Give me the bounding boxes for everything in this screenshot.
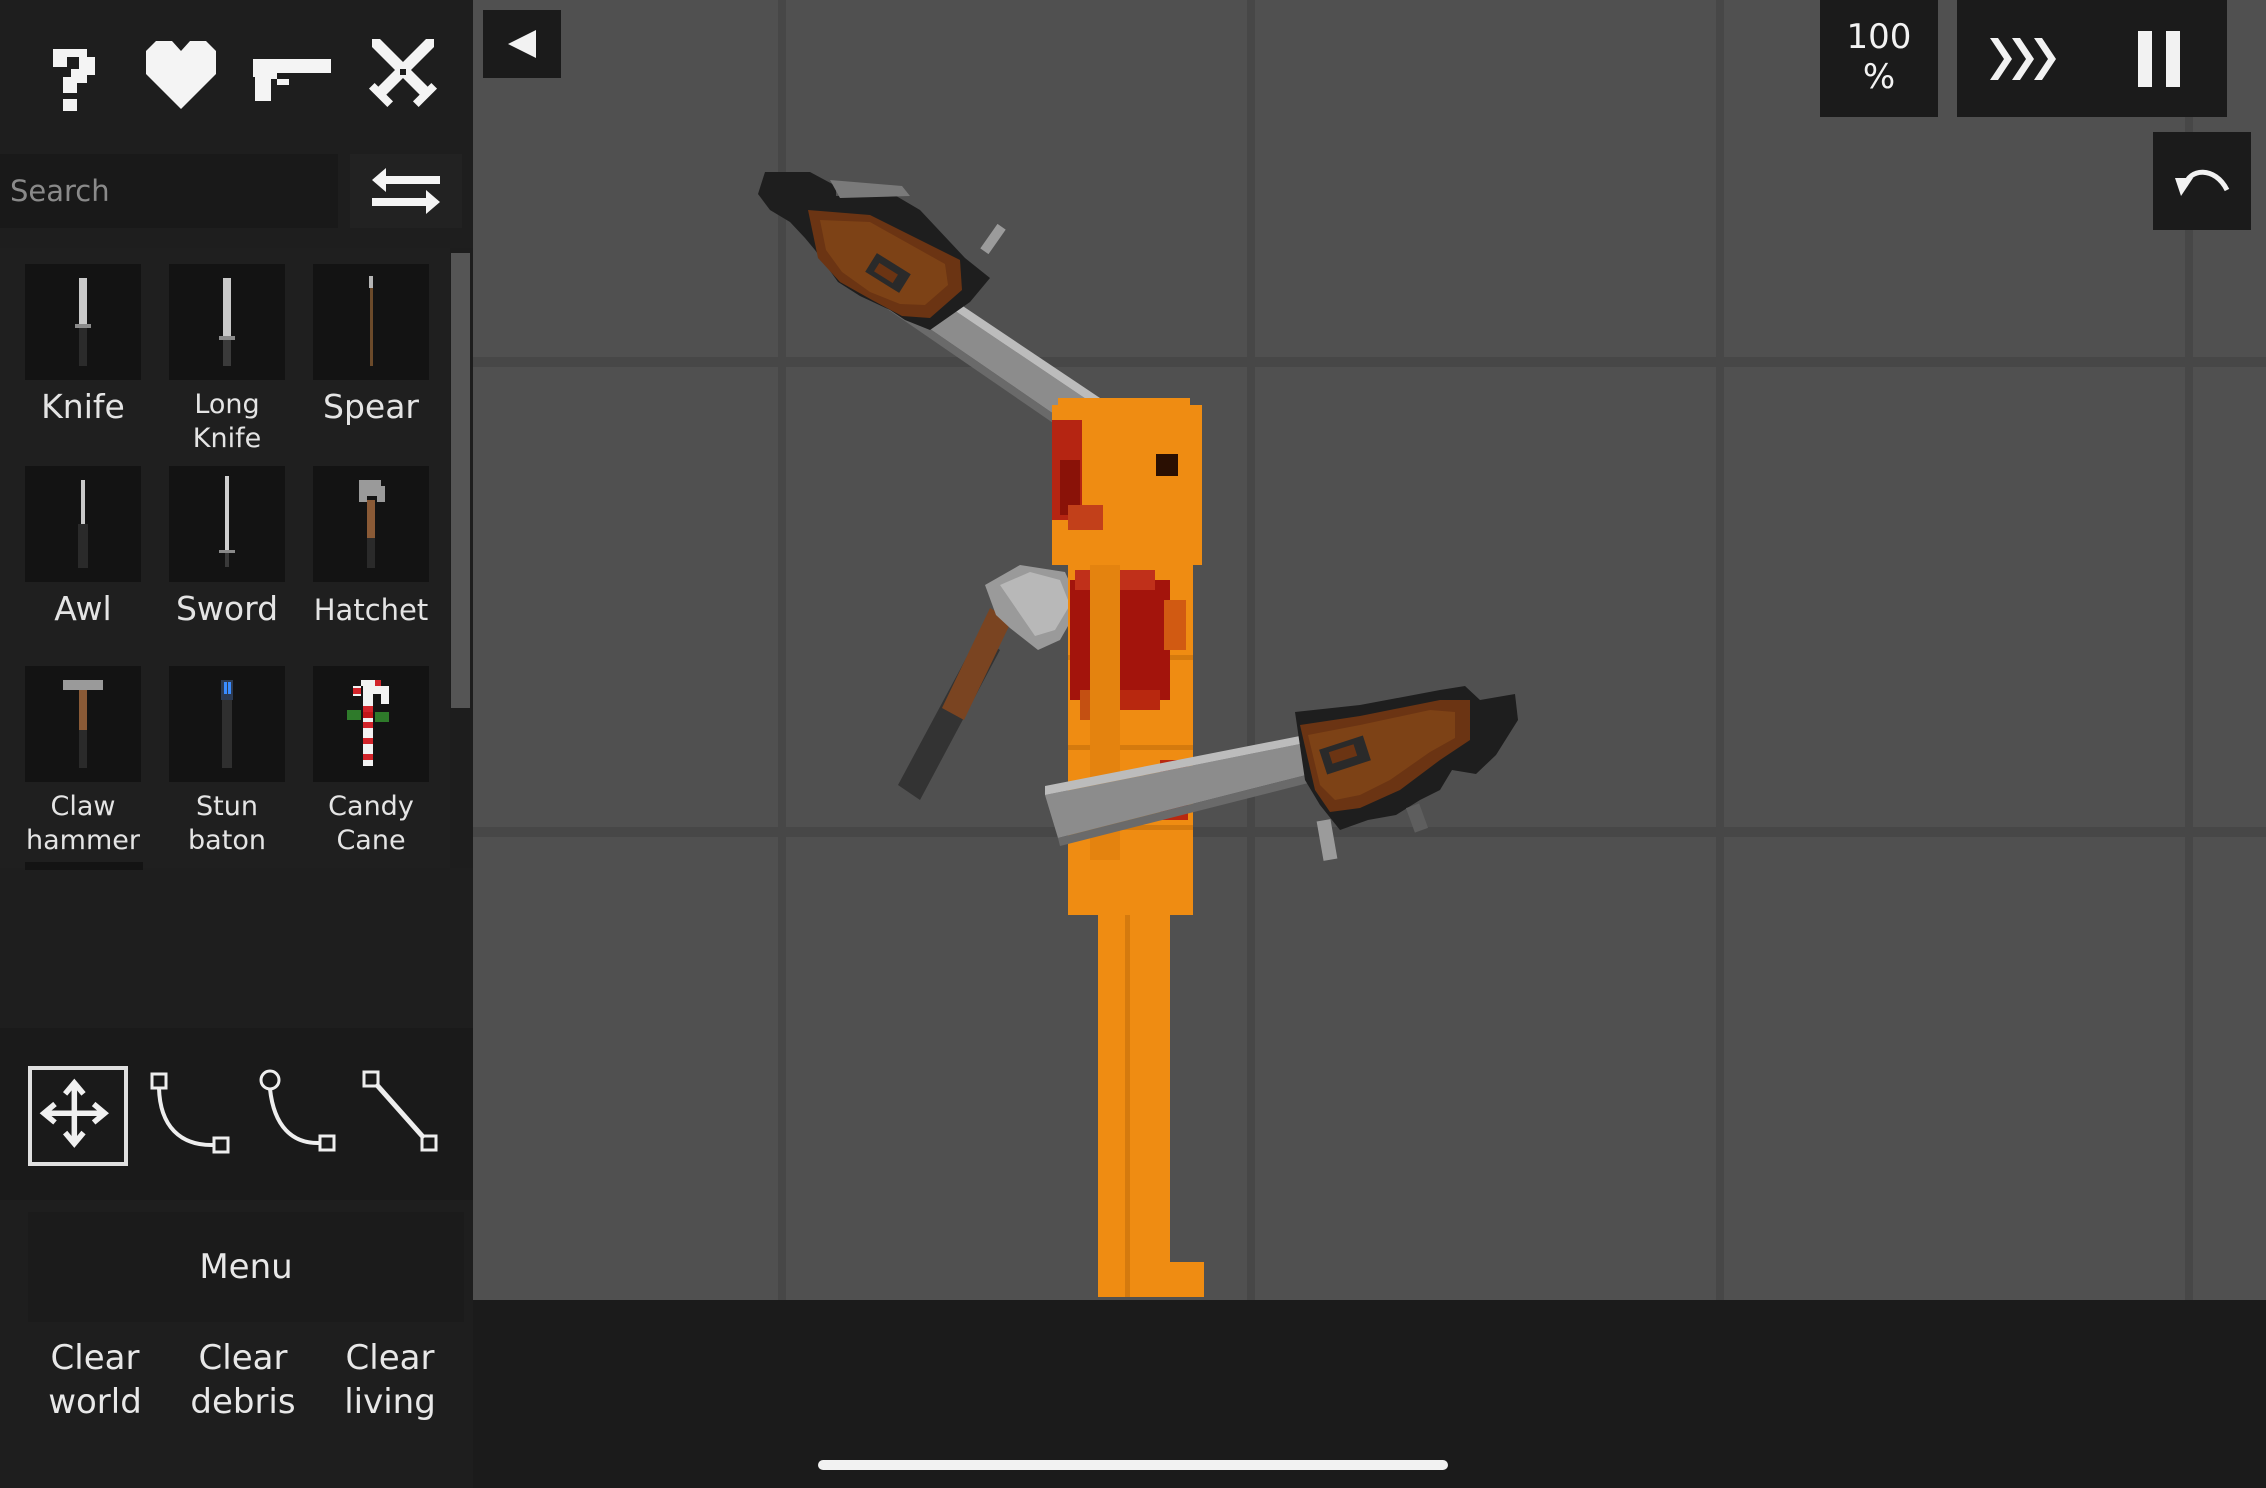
time-scale-button[interactable]: 100 % <box>1820 0 1938 117</box>
question-mark-icon <box>52 49 95 111</box>
category-help-button[interactable] <box>22 26 118 122</box>
tool-bar <box>0 1028 473 1200</box>
knife-icon <box>75 278 91 366</box>
hatchet-held[interactable] <box>898 565 1080 800</box>
item-awl[interactable]: Awl <box>13 458 145 648</box>
category-melee-button[interactable] <box>355 26 451 122</box>
playback-controls <box>1957 0 2227 117</box>
pause-icon <box>2137 30 2180 87</box>
spring-icon <box>259 1069 336 1152</box>
button-label-line: living <box>344 1382 436 1423</box>
item-label: Hatchet <box>313 593 429 627</box>
awl-icon <box>78 480 88 568</box>
human-ragdoll[interactable] <box>1052 398 1204 1297</box>
item-grid-scrollbar-thumb[interactable] <box>451 253 470 708</box>
menu-button[interactable]: Menu <box>28 1212 464 1322</box>
rope-icon <box>150 1072 230 1154</box>
fast-forward-button[interactable] <box>1957 0 2092 117</box>
drag-tool-button[interactable] <box>28 1066 128 1166</box>
item-label-line: Knife <box>192 422 262 454</box>
time-scale-value: 100 <box>1846 17 1912 58</box>
item-stun-baton[interactable]: Stun baton <box>157 658 289 856</box>
item-knife[interactable]: Knife <box>13 256 145 446</box>
item-hatchet[interactable]: Hatchet <box>301 458 433 648</box>
candy-cane-thumbnail <box>313 666 429 782</box>
candy-cane-icon <box>347 680 389 766</box>
time-scale-unit: % <box>1862 56 1896 97</box>
sidebar: Knife Long Knife Spear <box>0 0 473 1488</box>
item-label-line: baton <box>188 824 266 856</box>
item-label: Claw hammer <box>13 790 153 858</box>
crossed-swords-icon <box>369 39 438 108</box>
item-label: Candy Cane <box>301 790 441 858</box>
button-label-line: world <box>48 1382 142 1423</box>
pistol-icon <box>253 59 332 101</box>
item-label: Awl <box>54 589 112 628</box>
button-label-line: Clear <box>345 1338 435 1378</box>
home-indicator[interactable] <box>818 1460 1448 1470</box>
world-scene <box>473 0 2266 1300</box>
fast-forward-icon <box>1989 37 2056 80</box>
category-bar <box>0 0 473 148</box>
stun-baton-icon <box>221 680 233 768</box>
long-knife-thumbnail <box>169 264 285 380</box>
rod-tool-button[interactable] <box>356 1066 456 1166</box>
collapse-sidebar-button[interactable] <box>483 10 561 78</box>
item-label: Spear <box>323 387 419 426</box>
swap-button[interactable] <box>350 154 462 228</box>
item-claw-hammer[interactable]: Claw hammer <box>13 658 145 856</box>
sword-thumbnail <box>169 466 285 582</box>
search-input[interactable] <box>0 154 338 228</box>
awl-thumbnail <box>25 466 141 582</box>
rope-tool-button[interactable] <box>140 1066 240 1166</box>
hatchet-thumbnail <box>313 466 429 582</box>
next-item-thumbnail-edge <box>25 862 143 870</box>
knife-thumbnail <box>25 264 141 380</box>
search-row <box>0 150 473 236</box>
long-knife-icon <box>219 278 235 366</box>
spear-icon <box>369 276 373 366</box>
item-label: Long Knife <box>157 388 297 456</box>
item-spear[interactable]: Spear <box>301 256 433 446</box>
item-label-line: Long <box>194 389 260 420</box>
clear-debris-button[interactable]: Clear debris <box>177 1336 309 1448</box>
pause-button[interactable] <box>2092 0 2227 117</box>
item-label-line: Stun <box>196 791 258 822</box>
category-life-button[interactable] <box>133 26 229 122</box>
triangle-left-icon <box>508 30 536 58</box>
undo-arrow-icon <box>2175 169 2230 196</box>
item-sword[interactable]: Sword <box>157 458 289 648</box>
button-label-line: debris <box>190 1382 296 1423</box>
clear-world-button[interactable]: Clear world <box>29 1336 161 1448</box>
button-label-line: Clear <box>198 1338 288 1378</box>
chainsaw-upper[interactable] <box>758 172 1100 438</box>
category-firearms-button[interactable] <box>244 26 340 122</box>
hatchet-icon <box>359 480 385 568</box>
spring-tool-button[interactable] <box>248 1066 348 1166</box>
item-label-line: Cane <box>336 824 406 856</box>
item-label: Stun baton <box>157 790 297 858</box>
item-long-knife[interactable]: Long Knife <box>157 256 289 454</box>
sword-icon <box>219 476 235 567</box>
stun-baton-thumbnail <box>169 666 285 782</box>
move-arrows-icon <box>39 1078 109 1148</box>
item-label-line: Claw <box>50 791 116 822</box>
claw-hammer-icon <box>63 680 103 768</box>
clear-living-button[interactable]: Clear living <box>324 1336 456 1448</box>
undo-button[interactable] <box>2153 132 2251 230</box>
heart-icon <box>145 41 216 109</box>
item-label: Knife <box>41 387 125 426</box>
claw-hammer-thumbnail <box>25 666 141 782</box>
background-grid <box>473 0 2266 1300</box>
button-label-line: Clear <box>50 1338 140 1378</box>
game-world[interactable] <box>473 0 2266 1300</box>
item-label: Sword <box>175 589 279 628</box>
item-grid: Knife Long Knife Spear Awl Sword Hatchet… <box>0 248 450 868</box>
item-label-line: Candy <box>328 791 414 822</box>
spear-thumbnail <box>313 264 429 380</box>
rod-icon <box>362 1070 438 1152</box>
swap-arrows-icon <box>372 168 440 214</box>
item-candy-cane[interactable]: Candy Cane <box>301 658 433 856</box>
item-label-line: hammer <box>26 824 140 856</box>
